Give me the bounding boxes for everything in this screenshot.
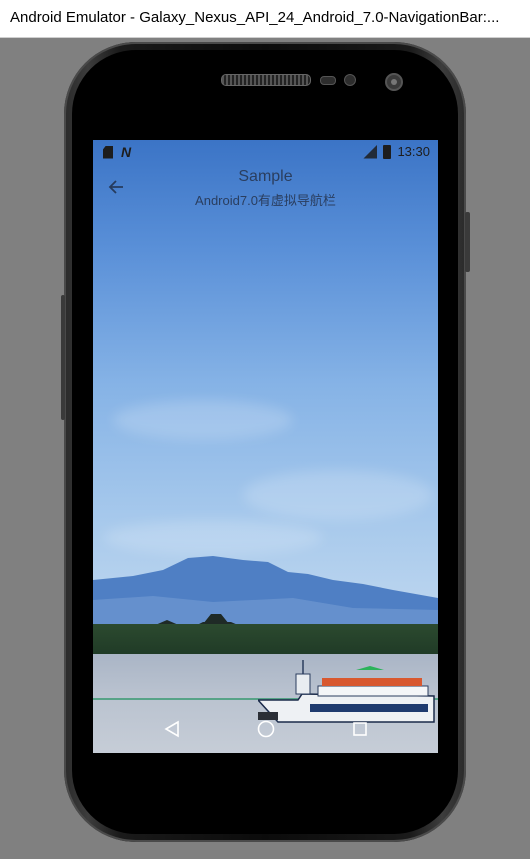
status-bar: N 13:30 xyxy=(93,140,438,164)
navigation-bar xyxy=(93,705,438,753)
window-title: Android Emulator - Galaxy_Nexus_API_24_A… xyxy=(10,9,500,26)
signal-icon xyxy=(361,145,377,159)
home-circle-icon xyxy=(257,720,274,738)
status-time: 13:30 xyxy=(397,144,430,159)
cloud xyxy=(113,400,293,440)
nav-home-button[interactable] xyxy=(251,714,281,744)
power-button[interactable] xyxy=(465,212,470,272)
tree-line xyxy=(93,624,438,656)
earpiece-speaker xyxy=(221,74,311,86)
battery-icon xyxy=(383,144,392,159)
front-camera-icon xyxy=(385,73,403,91)
proximity-sensor xyxy=(320,76,336,85)
volume-button[interactable] xyxy=(61,295,65,420)
app-bar: Sample Android7.0有虚拟导航栏 xyxy=(93,166,438,210)
nav-recents-button[interactable] xyxy=(345,714,375,744)
sd-card-icon xyxy=(103,145,113,159)
page-title: Sample xyxy=(238,168,293,185)
n-notification-icon: N xyxy=(121,144,132,160)
page-subtitle: Android7.0有虚拟导航栏 xyxy=(195,193,336,208)
recents-square-icon xyxy=(352,722,367,736)
back-triangle-icon xyxy=(163,720,179,738)
nav-back-button[interactable] xyxy=(157,714,187,744)
light-sensor xyxy=(344,74,356,86)
cloud xyxy=(243,470,433,520)
emulator-title-bar[interactable]: Android Emulator - Galaxy_Nexus_API_24_A… xyxy=(0,0,530,38)
device-screen[interactable]: N 13:30 Sample Android7.0有虚拟导航栏 xyxy=(93,140,438,753)
